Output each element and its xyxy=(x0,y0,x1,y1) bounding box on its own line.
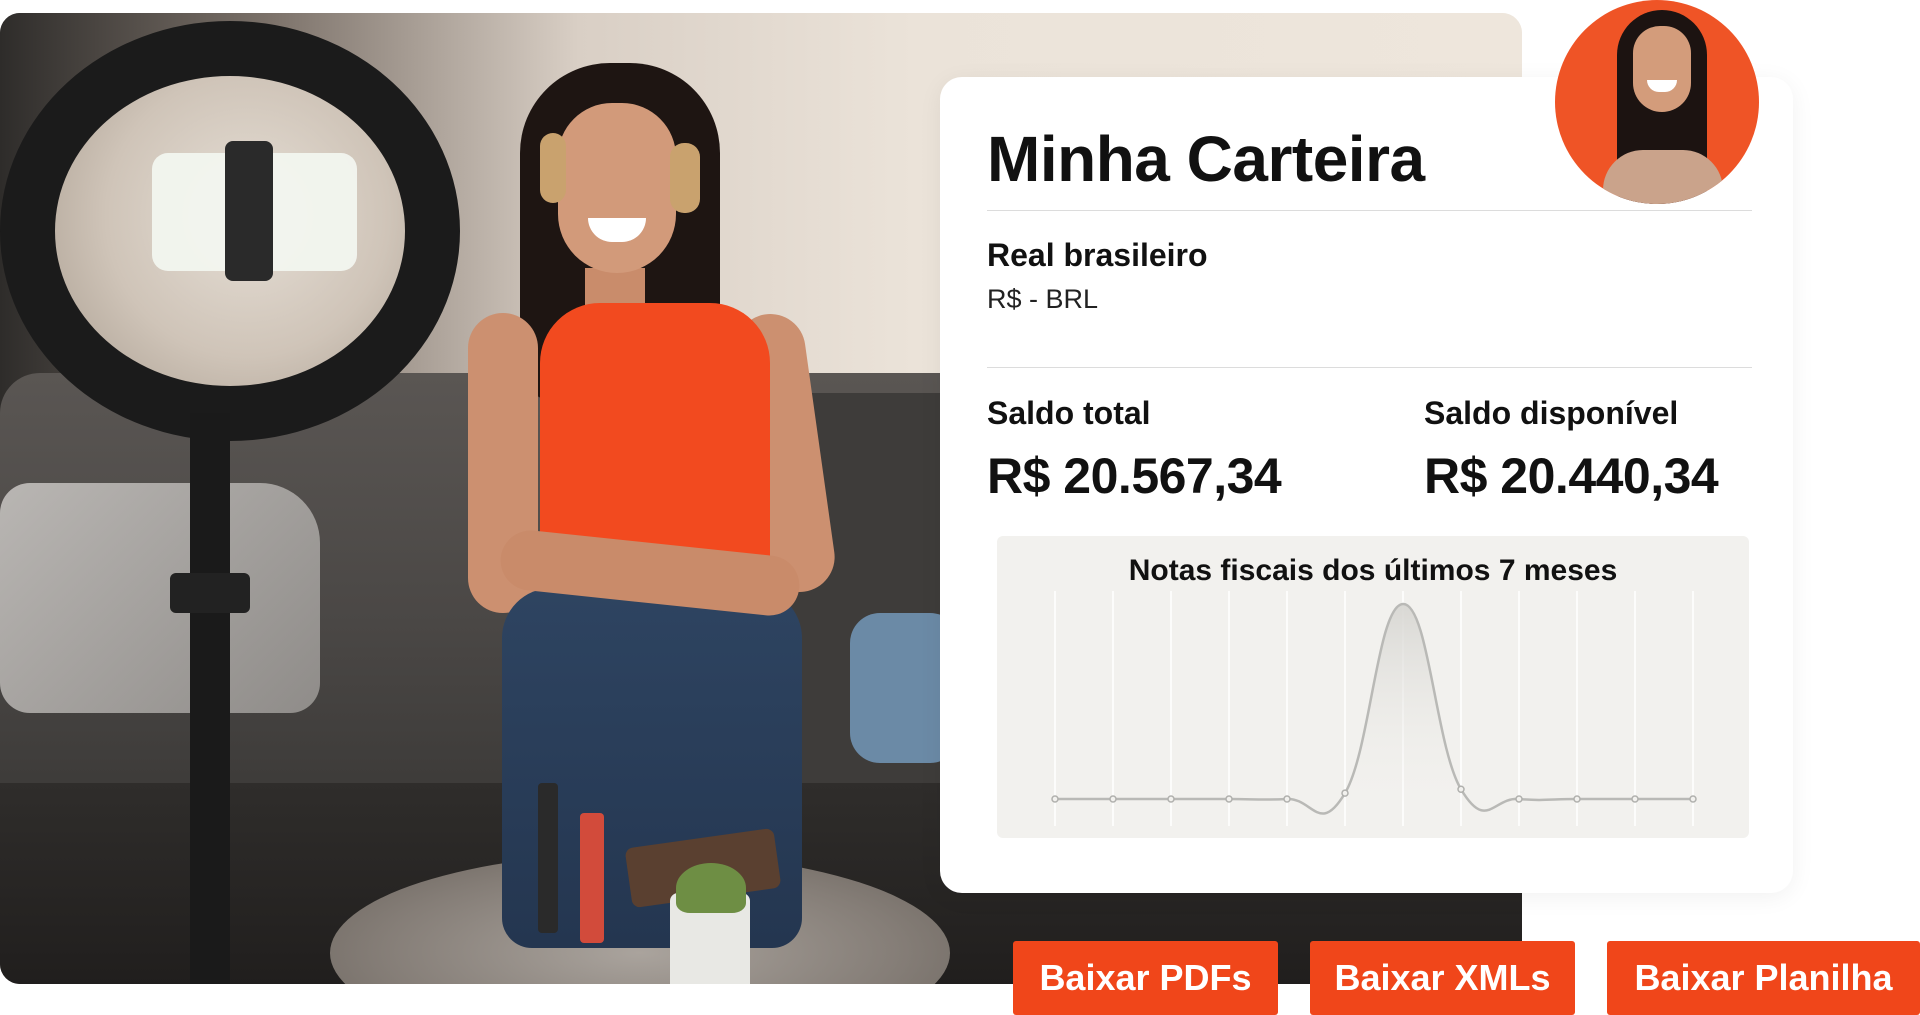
currency-name: Real brasileiro xyxy=(987,237,1208,273)
chart-title: Notas fiscais dos últimos 7 meses xyxy=(1128,554,1618,587)
chart-point xyxy=(1051,795,1059,803)
photo-plant-leaf xyxy=(676,863,746,913)
total-balance-label: Saldo total xyxy=(987,395,1151,431)
avatar xyxy=(1555,0,1759,204)
available-balance-label: Saldo disponível xyxy=(1424,395,1679,431)
ring-light-stand xyxy=(190,413,230,984)
available-balance-value: R$ 20.440,34 xyxy=(1424,448,1719,504)
chart-point xyxy=(1631,795,1639,803)
photo-pillow xyxy=(0,483,320,713)
chart-point xyxy=(1341,789,1349,797)
headphone-right xyxy=(670,143,700,213)
download-pdfs-button[interactable]: Baixar PDFs xyxy=(1013,941,1278,1015)
download-xmls-button[interactable]: Baixar XMLs xyxy=(1310,941,1575,1015)
divider-top xyxy=(987,210,1752,211)
person-face xyxy=(558,103,676,273)
chart-point xyxy=(1573,795,1581,803)
headphone-left xyxy=(540,133,566,203)
chart-point xyxy=(1109,795,1117,803)
chart-point xyxy=(1167,795,1175,803)
total-balance-value: R$ 20.567,34 xyxy=(987,448,1282,504)
chart-point xyxy=(1457,785,1465,793)
invoice-chart: Notas fiscais dos últimos 7 meses xyxy=(997,536,1749,838)
wallet-title: Minha Carteira xyxy=(987,123,1425,195)
chart-point xyxy=(1283,795,1291,803)
photo-lipstick xyxy=(580,813,604,943)
chart-point xyxy=(1225,795,1233,803)
photo-phone-clip xyxy=(225,141,273,281)
ring-light-stand-joint xyxy=(170,573,250,613)
chart-point xyxy=(1689,795,1697,803)
photo-makeup-bottle xyxy=(538,783,558,933)
currency-code: R$ - BRL xyxy=(987,284,1099,314)
avatar-body xyxy=(1603,150,1723,204)
divider-middle xyxy=(987,367,1752,368)
avatar-face xyxy=(1633,26,1691,112)
chart-area xyxy=(1055,603,1693,814)
download-spreadsheet-button[interactable]: Baixar Planilha xyxy=(1607,941,1920,1015)
chart-point xyxy=(1515,795,1523,803)
